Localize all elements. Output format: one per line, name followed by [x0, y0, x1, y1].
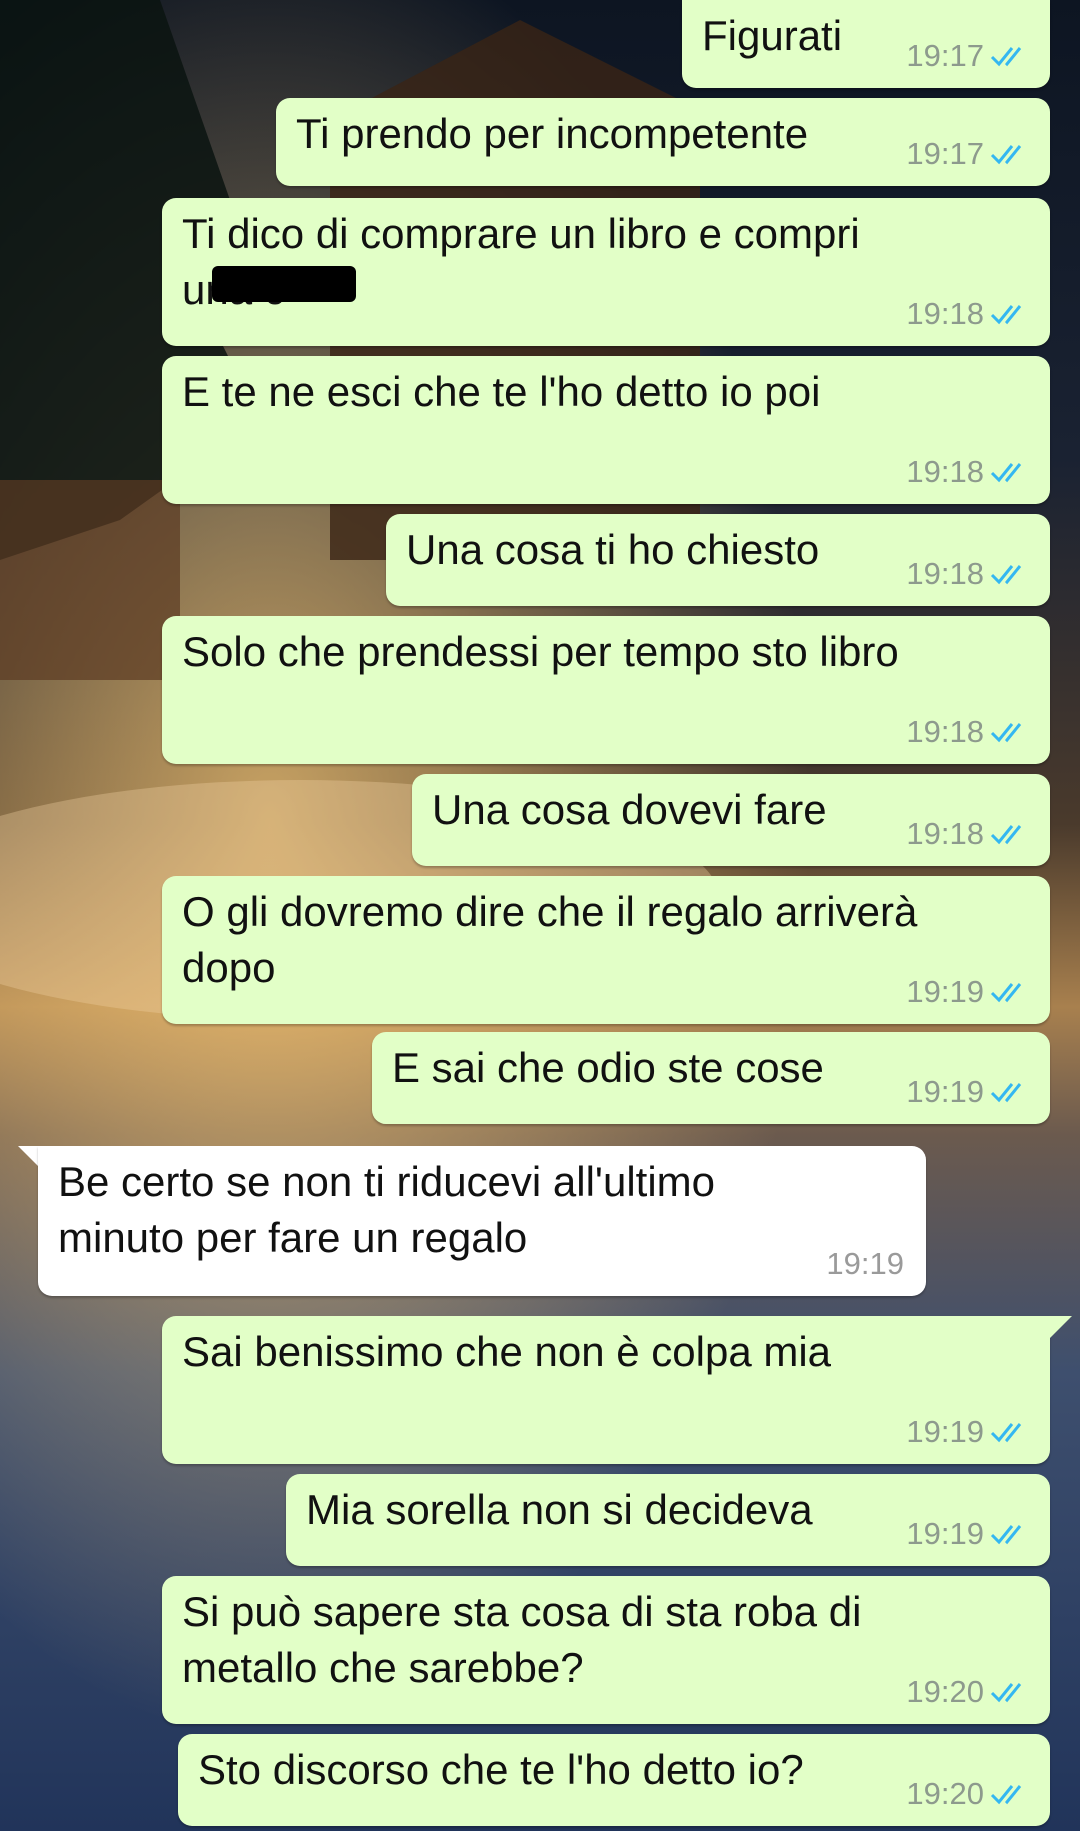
bubble-tail [1050, 1316, 1072, 1338]
message-bubble[interactable]: Una cosa ti ho chiesto 19:18 [386, 514, 1050, 606]
message-text: Be certo se non ti riducevi all'ultimo m… [58, 1158, 727, 1261]
message-bubble[interactable]: Una cosa dovevi fare 19:18 [412, 774, 1050, 866]
message-text: Una cosa dovevi fare [432, 786, 827, 833]
message-bubble[interactable]: Sto discorso che te l'ho detto io? 19:20 [178, 1734, 1050, 1826]
message-time: 19:17 [906, 38, 984, 73]
double-check-icon [990, 463, 1022, 483]
double-check-icon [990, 1083, 1022, 1103]
message-time: 19:19 [906, 1414, 984, 1449]
message-bubble[interactable]: Ti dico di comprare un libro e compri un… [162, 198, 1050, 346]
message-text: E sai che odio ste cose [392, 1044, 824, 1091]
double-check-icon [990, 1683, 1022, 1703]
double-check-icon [990, 1423, 1022, 1443]
message-bubble[interactable]: O gli dovremo dire che il regalo arriver… [162, 876, 1050, 1024]
message-bubble[interactable]: E sai che odio ste cose 19:19 [372, 1032, 1050, 1124]
double-check-icon [990, 145, 1022, 165]
double-check-icon [990, 1785, 1022, 1805]
message-time: 19:20 [906, 1674, 984, 1709]
message-bubble[interactable]: Ti prendo per incompetente 19:17 [276, 98, 1050, 186]
message-bubble[interactable]: Sai benissimo che non è colpa mia 19:19 [162, 1316, 1050, 1464]
message-time: 19:19 [906, 1074, 984, 1109]
message-text: Mia sorella non si decideva [306, 1486, 813, 1533]
message-bubble[interactable]: Solo che prendessi per tempo sto libro 1… [162, 616, 1050, 764]
message-bubble[interactable]: Be certo se non ti riducevi all'ultimo m… [38, 1146, 926, 1296]
double-check-icon [990, 983, 1022, 1003]
message-time: 19:20 [906, 1776, 984, 1811]
double-check-icon [990, 47, 1022, 67]
double-check-icon [990, 1525, 1022, 1545]
message-bubble[interactable]: Mia sorella non si decideva 19:19 [286, 1474, 1050, 1566]
message-text: E te ne esci che te l'ho detto io poi [182, 368, 821, 415]
message-text: O gli dovremo dire che il regalo arriver… [182, 888, 929, 991]
message-time: 19:18 [906, 816, 984, 851]
double-check-icon [990, 723, 1022, 743]
message-bubble[interactable]: Si può sapere sta cosa di sta roba di me… [162, 1576, 1050, 1724]
message-bubble[interactable]: Figurati 19:17 [682, 0, 1050, 88]
message-text: Solo che prendessi per tempo sto libro [182, 628, 899, 675]
message-time: 19:19 [826, 1246, 904, 1281]
message-list[interactable]: Figurati 19:17 Ti prendo per incompetent… [0, 0, 1080, 1831]
double-check-icon [990, 825, 1022, 845]
redaction-mark [212, 266, 356, 302]
message-time: 19:18 [906, 556, 984, 591]
message-bubble[interactable]: E te ne esci che te l'ho detto io poi 19… [162, 356, 1050, 504]
message-text: Figurati [702, 12, 843, 59]
message-time: 19:19 [906, 1516, 984, 1551]
message-time: 19:18 [906, 714, 984, 749]
message-text: Si può sapere sta cosa di sta roba di me… [182, 1588, 874, 1691]
message-text: Una cosa ti ho chiesto [406, 526, 820, 573]
double-check-icon [990, 565, 1022, 585]
double-check-icon [990, 305, 1022, 325]
message-time: 19:19 [906, 974, 984, 1009]
message-time: 19:18 [906, 296, 984, 331]
message-text: Sto discorso che te l'ho detto io? [198, 1746, 804, 1793]
message-time: 19:17 [906, 136, 984, 171]
message-text: Ti prendo per incompetente [296, 110, 809, 157]
bubble-tail [18, 1146, 40, 1168]
message-time: 19:18 [906, 454, 984, 489]
message-text: Sai benissimo che non è colpa mia [182, 1328, 832, 1375]
